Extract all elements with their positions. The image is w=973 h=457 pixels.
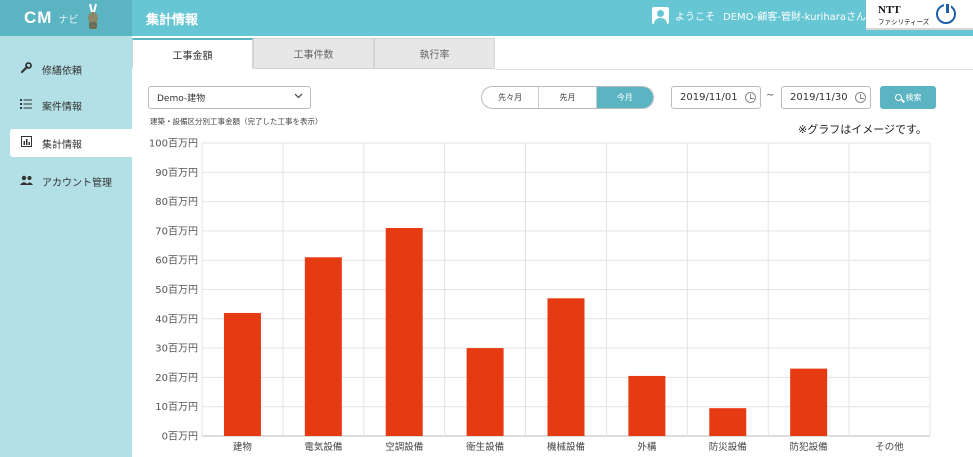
sidebar-item-label: 修繕依頼 xyxy=(42,65,82,77)
x-tick-label: 建物 xyxy=(233,441,253,453)
brand-subname: ファシリティーズ xyxy=(878,18,930,26)
logo-subtext: ナビ xyxy=(58,14,79,26)
chevron-down-icon xyxy=(294,91,303,103)
list-icon xyxy=(20,98,32,112)
bar xyxy=(385,227,423,436)
tab-bar: 工事金額 工事件数 執行率 xyxy=(132,36,973,69)
brand-name: NTT xyxy=(878,4,901,16)
y-tick-label: 0百万円 xyxy=(162,431,198,443)
y-tick-label: 90百万円 xyxy=(155,167,198,179)
search-button[interactable]: 検索 xyxy=(880,86,936,109)
sidebar-item-accounts[interactable]: アカウント管理 xyxy=(10,167,132,195)
date-separator: ~ xyxy=(766,90,775,101)
tab-construction-amount[interactable]: 工事金額 xyxy=(132,38,253,69)
users-icon xyxy=(20,175,33,188)
page-title: 集計情報 xyxy=(146,13,199,28)
tab-execution-rate[interactable]: 執行率 xyxy=(374,38,495,69)
y-tick-label: 50百万円 xyxy=(155,284,198,296)
y-tick-label: 70百万円 xyxy=(155,225,198,237)
user-name[interactable]: DEMO-顧客-管財-kuriharaさん ▾ xyxy=(723,8,874,23)
sidebar-item-label: 集計情報 xyxy=(42,139,82,151)
x-tick-label: 防災設備 xyxy=(709,441,747,453)
bar xyxy=(628,375,666,436)
top-bar: CM ナビ 集計情報 ようこそ DEMO-顧客-管財-kuriharaさん ▾ … xyxy=(0,0,973,36)
x-tick-label: 衛生設備 xyxy=(466,441,504,453)
x-tick-label: 空調設備 xyxy=(385,441,423,453)
y-tick-label: 40百万円 xyxy=(155,313,198,325)
mascot-icon xyxy=(86,2,100,34)
x-tick-label: 機械設備 xyxy=(547,441,585,453)
tab-divider xyxy=(495,69,973,70)
bar-chart: 0百万円 10百万円 20百万円 30百万円 40百万円 50百万円 60百万円 70百万円 8… xyxy=(149,138,931,453)
date-from-value: 2019/11/01 xyxy=(680,92,738,103)
x-tick-label: 外構 xyxy=(637,441,657,453)
search-button-label: 検索 xyxy=(905,93,922,102)
y-tick-label: 60百万円 xyxy=(155,255,198,267)
chart-caption: 建築・設備区分別工事金額（完了した工事を表示） xyxy=(150,117,323,126)
bar xyxy=(790,368,828,436)
brand-logo: NTT ファシリティーズ xyxy=(866,0,973,30)
y-tick-label: 20百万円 xyxy=(155,372,198,384)
building-select-value: Demo-建物 xyxy=(157,94,206,104)
logo-text: CM xyxy=(24,8,53,27)
sidebar-item-repair[interactable]: 修繕依頼 xyxy=(10,55,132,83)
x-tick-label: その他 xyxy=(875,441,904,453)
clock-icon[interactable] xyxy=(745,92,756,103)
bar xyxy=(547,298,585,436)
sidebar-item-label: アカウント管理 xyxy=(42,177,112,189)
x-tick-label: 防犯設備 xyxy=(790,441,828,453)
date-to-field[interactable]: 2019/11/30 xyxy=(781,86,871,109)
y-tick-label: 30百万円 xyxy=(155,343,198,355)
date-to-value: 2019/11/30 xyxy=(790,92,848,103)
user-icon xyxy=(652,7,669,24)
bar xyxy=(466,348,504,436)
bar xyxy=(709,408,747,436)
sidebar-item-projects[interactable]: 案件情報 xyxy=(10,91,132,119)
image-disclaimer: ※グラフはイメージです。 xyxy=(798,121,927,137)
app-logo[interactable]: CM ナビ xyxy=(0,0,132,36)
power-icon xyxy=(936,2,956,24)
sidebar-item-label: 案件情報 xyxy=(42,101,82,113)
period-button-two-months-ago[interactable]: 先々月 xyxy=(482,87,540,108)
tab-construction-count[interactable]: 工事件数 xyxy=(253,38,374,69)
sidebar: 修繕依頼 案件情報 集計情報 アカウント管理 xyxy=(0,36,132,457)
period-toggle: 先々月 先月 今月 xyxy=(481,86,654,109)
y-tick-label: 10百万円 xyxy=(155,401,198,413)
y-tick-label: 80百万円 xyxy=(155,196,198,208)
date-from-field[interactable]: 2019/11/01 xyxy=(671,86,761,109)
bar-chart-icon xyxy=(20,136,32,150)
sidebar-item-summary[interactable]: 集計情報 xyxy=(10,129,132,157)
period-button-this-month[interactable]: 今月 xyxy=(596,87,653,108)
user-menu[interactable]: ようこそ DEMO-顧客-管財-kuriharaさん ▾ xyxy=(652,7,874,24)
bar xyxy=(223,312,261,436)
user-greeting: ようこそ xyxy=(675,12,715,23)
building-select[interactable]: Demo-建物 xyxy=(148,86,311,109)
search-icon xyxy=(894,94,902,101)
bar xyxy=(304,257,342,436)
clock-icon[interactable] xyxy=(855,92,866,103)
y-tick-label: 100百万円 xyxy=(149,138,198,150)
wrench-icon xyxy=(20,61,32,77)
period-button-last-month[interactable]: 先月 xyxy=(539,87,597,108)
x-tick-label: 電気設備 xyxy=(304,441,342,453)
